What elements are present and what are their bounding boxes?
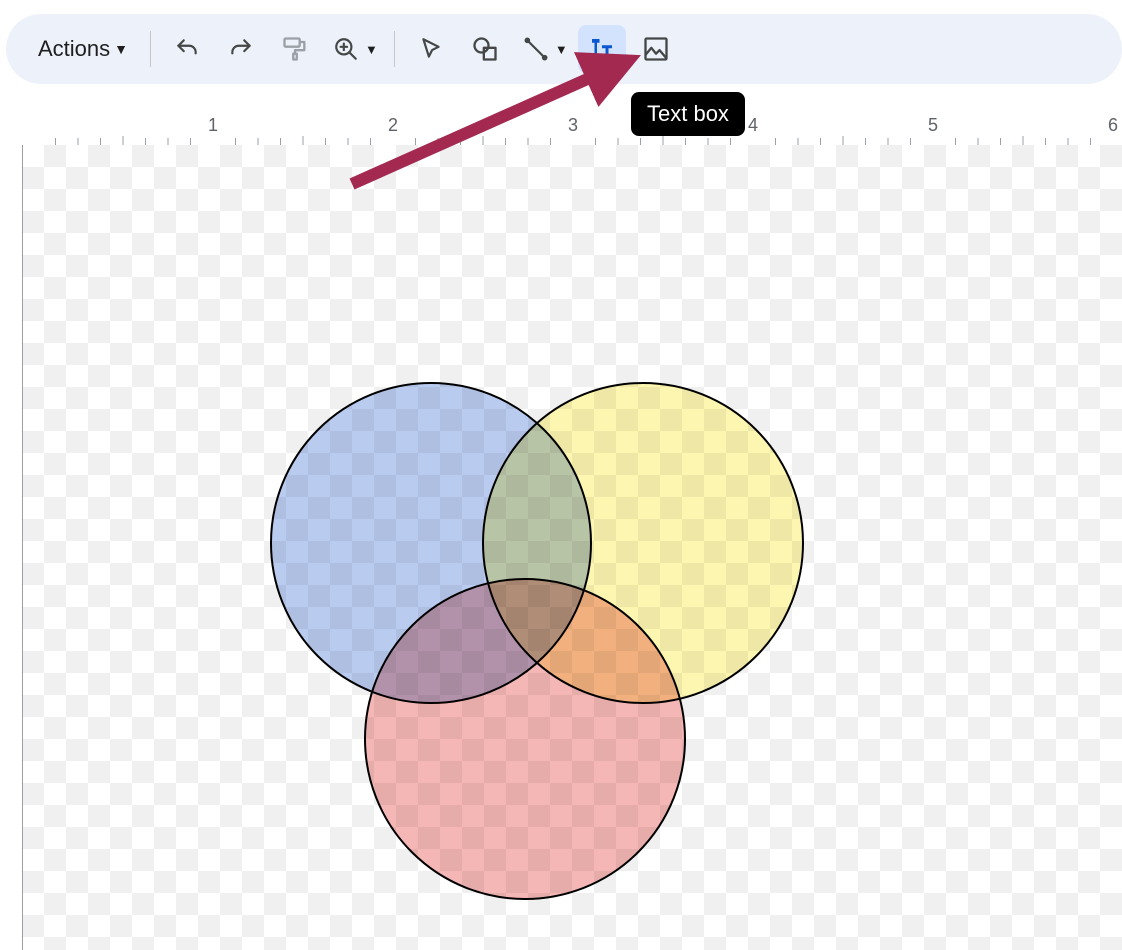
- page-left-edge: [22, 145, 23, 950]
- redo-button[interactable]: [217, 25, 265, 73]
- redo-icon: [228, 36, 254, 62]
- shape-tool-button[interactable]: [461, 25, 509, 73]
- line-icon: [523, 36, 549, 62]
- zoom-icon: [333, 36, 359, 62]
- image-icon: [642, 35, 670, 63]
- tooltip-textbox: Text box: [631, 92, 745, 136]
- undo-button[interactable]: [163, 25, 211, 73]
- textbox-tool-button[interactable]: [578, 25, 626, 73]
- ruler-number: 6: [1108, 115, 1118, 136]
- shape-icon: [471, 35, 499, 63]
- undo-icon: [174, 36, 200, 62]
- zoom-button[interactable]: ▼: [325, 25, 382, 73]
- image-tool-button[interactable]: [632, 25, 680, 73]
- ruler-number: 5: [928, 115, 938, 136]
- ruler-number: 2: [388, 115, 398, 136]
- textbox-icon: [587, 34, 617, 64]
- ruler-number: 1: [208, 115, 218, 136]
- drawing-page[interactable]: [22, 145, 1122, 950]
- ruler-horizontal: 1 2 3 4 5 6: [0, 105, 1122, 145]
- chevron-down-icon: ▼: [555, 42, 568, 57]
- actions-menu-button[interactable]: Actions ▼: [28, 25, 138, 73]
- chevron-down-icon: ▼: [365, 42, 378, 57]
- line-tool-button[interactable]: ▼: [515, 25, 572, 73]
- chevron-down-icon: ▼: [114, 41, 128, 57]
- paint-format-icon: [281, 35, 309, 63]
- tooltip-text: Text box: [647, 101, 729, 126]
- toolbar-separator: [150, 31, 151, 67]
- select-arrow-icon: [418, 36, 444, 62]
- drawing-viewport: [0, 145, 1122, 950]
- toolbar: Actions ▼: [6, 14, 1122, 84]
- ruler-ticks: [0, 105, 1122, 145]
- select-tool-button[interactable]: [407, 25, 455, 73]
- paint-format-button[interactable]: [271, 25, 319, 73]
- actions-label-text: Actions: [38, 36, 110, 62]
- toolbar-separator: [394, 31, 395, 67]
- ruler-number: 4: [748, 115, 758, 136]
- ruler-number: 3: [568, 115, 578, 136]
